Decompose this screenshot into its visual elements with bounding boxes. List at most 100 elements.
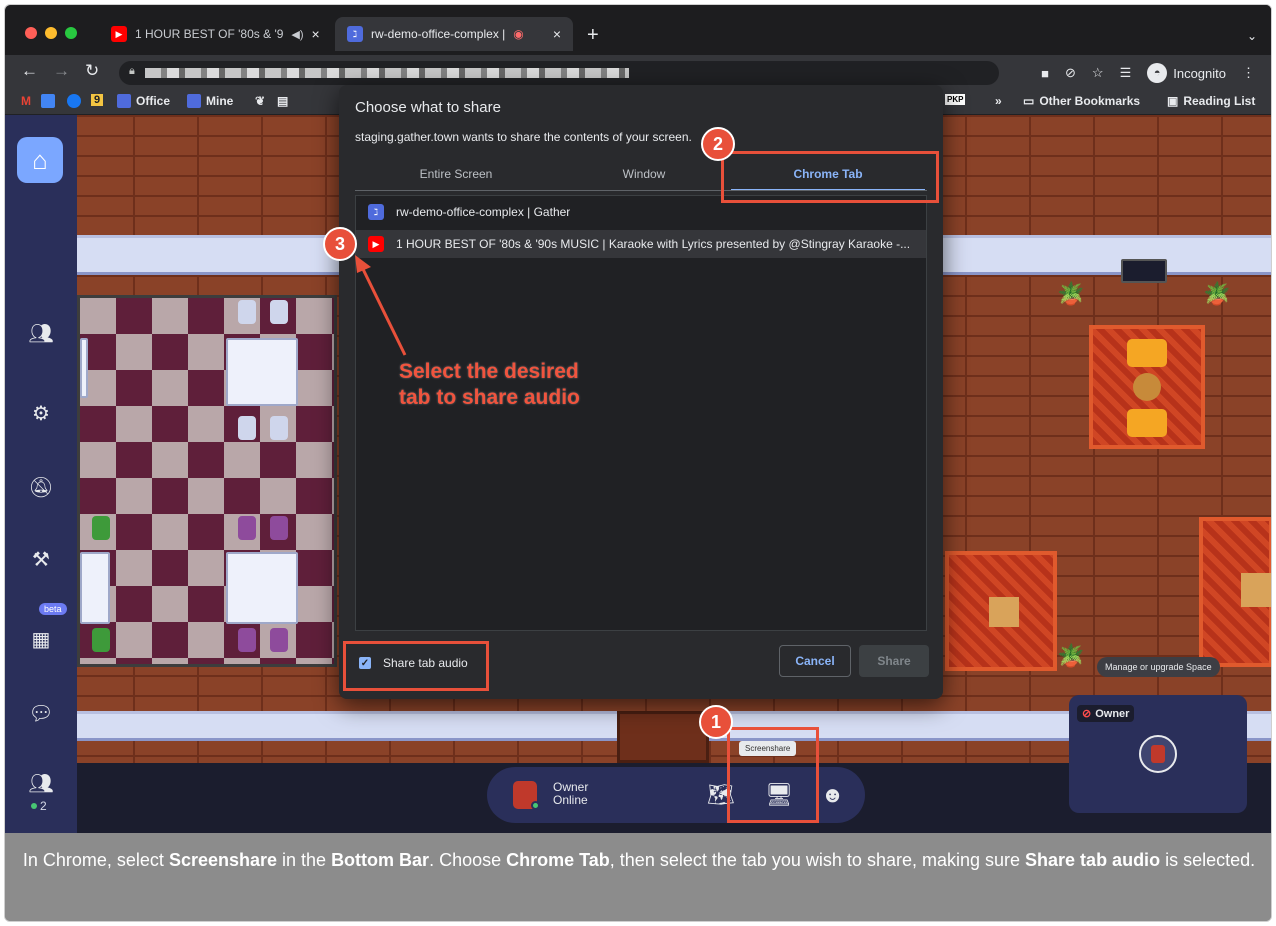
browser-tab-gather[interactable]: ℷ rw-demo-office-complex | ◉ × bbox=[335, 17, 573, 51]
manage-space-tooltip[interactable]: Manage or upgrade Space bbox=[1097, 657, 1220, 677]
annotation-line-1: Select the desired bbox=[399, 360, 579, 383]
chair bbox=[238, 416, 256, 440]
reading-list-button[interactable]: ▣ Reading List bbox=[1167, 94, 1255, 108]
armchair bbox=[1127, 339, 1167, 367]
calendar-bookmark[interactable] bbox=[41, 94, 55, 108]
chair bbox=[270, 516, 288, 540]
caption-text: . Choose bbox=[429, 850, 507, 870]
user-info[interactable]: Owner Online bbox=[553, 781, 588, 807]
chair bbox=[270, 416, 288, 440]
tab-search-icon[interactable]: ⌄ bbox=[1247, 29, 1257, 43]
owner-video-card[interactable]: ⊘ Owner bbox=[1069, 695, 1247, 813]
share-button[interactable]: Share bbox=[859, 645, 929, 677]
browser-toolbar: ← → ↻ 🔒︎ ■ ⊘ ☆ ☰ ◓ Incognito ⋮ bbox=[5, 55, 1271, 89]
plant-icon: 🪴 bbox=[1057, 281, 1085, 306]
facebook-bookmark[interactable] bbox=[67, 94, 81, 108]
forward-icon[interactable]: → bbox=[53, 61, 70, 81]
gather-icon bbox=[117, 94, 131, 108]
bookmark-label: Reading List bbox=[1183, 94, 1256, 108]
bookmark-label: Mine bbox=[206, 94, 234, 108]
chair bbox=[238, 516, 256, 540]
notifications-off-icon[interactable]: 🔕︎ bbox=[27, 473, 55, 501]
tab-entire-screen[interactable]: Entire Screen bbox=[363, 161, 549, 191]
emoji-icon[interactable]: ☻ bbox=[821, 782, 844, 808]
close-window-button[interactable] bbox=[25, 27, 37, 39]
calendar-icon[interactable]: ▦ bbox=[27, 625, 55, 653]
participant-count: 2 bbox=[31, 799, 47, 813]
eye-off-icon[interactable]: ⊘ bbox=[1065, 65, 1076, 81]
bookmark-pkp[interactable]: PKP bbox=[945, 94, 966, 105]
people-icon[interactable]: 👥︎ bbox=[27, 769, 55, 797]
rug bbox=[1199, 517, 1271, 667]
bookmark-pkp-label: PKP bbox=[945, 94, 966, 105]
table bbox=[226, 338, 298, 406]
reading-list-icon: ▣ bbox=[1167, 94, 1179, 108]
bookmark-9[interactable]: 9 bbox=[91, 94, 104, 106]
reading-list-icon[interactable]: ☰ bbox=[1120, 65, 1132, 81]
step-badge-2: 2 bbox=[701, 127, 735, 161]
tv-screen bbox=[1121, 259, 1167, 283]
close-tab-icon[interactable]: × bbox=[312, 26, 320, 42]
star-icon[interactable]: ☆ bbox=[1092, 65, 1104, 81]
home-icon[interactable]: ⌂ bbox=[17, 137, 63, 183]
doorway bbox=[617, 711, 709, 763]
caption-text: In Chrome, select bbox=[22, 850, 169, 870]
close-tab-icon[interactable]: × bbox=[553, 26, 561, 42]
list-item-label: rw-demo-office-complex | Gather bbox=[396, 205, 571, 219]
bookmark-mine[interactable]: Mine bbox=[187, 94, 233, 108]
beta-badge: beta bbox=[39, 603, 67, 615]
browser-window: ▶ 1 HOUR BEST OF '80s & '9 ◀︎) × ℷ rw-de… bbox=[5, 5, 1271, 833]
participants-icon[interactable]: 👥︎ bbox=[27, 319, 55, 347]
incognito-indicator[interactable]: ◓ Incognito bbox=[1147, 63, 1226, 83]
tab-label: rw-demo-office-complex | bbox=[371, 27, 506, 41]
chair bbox=[270, 300, 288, 324]
more-bookmarks-button[interactable]: » bbox=[995, 94, 1002, 108]
gmail-icon[interactable]: M bbox=[21, 94, 31, 108]
chrome-tab-list[interactable]: ℷ rw-demo-office-complex | Gather ▶ 1 HO… bbox=[355, 195, 927, 631]
chair bbox=[238, 300, 256, 324]
chair bbox=[238, 628, 256, 652]
back-icon[interactable]: ← bbox=[21, 61, 38, 81]
list-item[interactable]: ▶ 1 HOUR BEST OF '80s & '90s MUSIC | Kar… bbox=[356, 230, 926, 258]
participant-count-value: 2 bbox=[40, 799, 47, 813]
reload-icon[interactable]: ↻ bbox=[85, 61, 99, 81]
chair bbox=[92, 628, 110, 652]
caption-text: is selected. bbox=[1160, 850, 1256, 870]
avatar bbox=[1139, 735, 1177, 773]
more-bookmarks-label: » bbox=[995, 94, 1002, 108]
calendar-icon bbox=[41, 94, 55, 108]
youtube-icon: ▶ bbox=[111, 26, 127, 42]
camera-icon[interactable]: ■ bbox=[1041, 66, 1049, 81]
new-tab-button[interactable]: + bbox=[587, 24, 599, 47]
highlight-chrome-tab bbox=[721, 151, 939, 203]
gear-icon[interactable]: ⚙ bbox=[27, 399, 55, 427]
menu-icon[interactable]: ⋮ bbox=[1242, 65, 1255, 81]
caption-bold: Share tab audio bbox=[1025, 850, 1161, 870]
window-controls bbox=[25, 27, 77, 39]
checkered-room bbox=[77, 295, 337, 667]
chat-icon[interactable]: 💬︎ bbox=[27, 699, 55, 727]
table bbox=[226, 552, 298, 624]
owner-tag: ⊘ Owner bbox=[1077, 705, 1135, 722]
bookmark-doc[interactable]: ▤ bbox=[277, 94, 288, 108]
document-icon: ▤ bbox=[277, 94, 289, 108]
table bbox=[80, 338, 88, 398]
annotation-note: Select the desired tab to share audio bbox=[399, 359, 580, 411]
address-bar[interactable]: 🔒︎ bbox=[119, 61, 999, 85]
build-hammer-icon[interactable]: ⚒ bbox=[27, 545, 55, 573]
cancel-button[interactable]: Cancel bbox=[779, 645, 851, 677]
tab-window[interactable]: Window bbox=[551, 161, 737, 191]
browser-tab-youtube[interactable]: ▶ 1 HOUR BEST OF '80s & '9 ◀︎) × bbox=[99, 17, 331, 51]
owner-card-label: Owner bbox=[1095, 707, 1130, 720]
bookmark-leaf[interactable]: ❦ bbox=[255, 94, 265, 108]
other-bookmarks-folder[interactable]: ▭ Other Bookmarks bbox=[1023, 94, 1140, 108]
step-badge-1: 1 bbox=[699, 705, 733, 739]
zoom-window-button[interactable] bbox=[65, 27, 77, 39]
annotation-line-2: tab to share audio bbox=[399, 386, 580, 409]
minimize-window-button[interactable] bbox=[45, 27, 57, 39]
plant-icon: 🪴 bbox=[1057, 643, 1085, 668]
table bbox=[989, 597, 1019, 627]
bookmark-office[interactable]: Office bbox=[117, 94, 170, 108]
instruction-caption: In Chrome, select Screenshare in the Bot… bbox=[5, 833, 1271, 921]
tab-strip: ▶ 1 HOUR BEST OF '80s & '9 ◀︎) × ℷ rw-de… bbox=[5, 5, 1271, 55]
